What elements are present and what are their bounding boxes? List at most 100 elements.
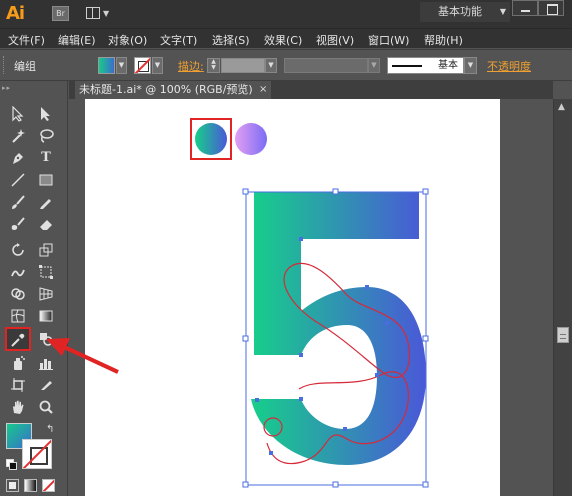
artboard[interactable] bbox=[85, 99, 500, 496]
pen-tool[interactable] bbox=[6, 147, 30, 169]
workspace-label: 基本功能 bbox=[438, 5, 482, 18]
rotate-tool[interactable] bbox=[6, 239, 30, 261]
stroke-weight-input[interactable] bbox=[221, 58, 265, 73]
menu-type[interactable]: 文字(T) bbox=[160, 32, 197, 48]
vertical-scrollbar[interactable]: ▲ bbox=[553, 99, 572, 496]
canvas-area[interactable] bbox=[69, 99, 553, 496]
symbol-sprayer-icon bbox=[14, 356, 25, 370]
menu-object[interactable]: 对象(O) bbox=[108, 32, 147, 48]
blend-icon bbox=[40, 333, 53, 346]
menu-edit[interactable]: 编辑(E) bbox=[58, 32, 96, 48]
arrange-icon bbox=[86, 7, 100, 19]
gradient-mode-button[interactable] bbox=[24, 479, 37, 492]
minimize-button[interactable] bbox=[512, 0, 538, 16]
shape-builder-icon bbox=[11, 288, 25, 300]
line-segment-tool[interactable] bbox=[6, 169, 30, 191]
pencil-icon bbox=[40, 199, 51, 209]
slice-icon bbox=[41, 381, 52, 390]
workspace-switcher[interactable]: 基本功能 ▼ bbox=[420, 2, 510, 22]
rotate-icon bbox=[12, 243, 24, 256]
panel-grip-icon: ▸▸ bbox=[2, 84, 12, 92]
menu-view[interactable]: 视图(V) bbox=[316, 32, 354, 48]
magic-wand-tool[interactable] bbox=[6, 125, 30, 147]
column-graph-tool[interactable] bbox=[34, 352, 58, 374]
title-bar: Ai Br ▼ 基本功能 ▼ bbox=[0, 0, 572, 28]
shape-builder-tool[interactable] bbox=[6, 283, 30, 305]
control-bar: 编组 ▼ ▼ 描边: ▲ ▼ ▼ ▼ 基本 ▼ 不透明度 bbox=[0, 49, 572, 81]
menu-select[interactable]: 选择(S) bbox=[212, 32, 250, 48]
paintbrush-tool[interactable] bbox=[6, 191, 30, 213]
none-mode-button[interactable] bbox=[42, 479, 55, 492]
close-icon[interactable]: × bbox=[259, 81, 267, 99]
swap-fill-stroke-icon[interactable]: ↰ bbox=[46, 424, 54, 435]
stroke-weight-dropdown[interactable]: ▼ bbox=[265, 58, 277, 73]
hand-tool[interactable] bbox=[6, 396, 30, 418]
type-tool[interactable]: T bbox=[34, 147, 58, 169]
symbol-sprayer-tool[interactable] bbox=[6, 352, 30, 374]
brush-definition-field[interactable]: 基本 bbox=[387, 57, 464, 74]
fill-dropdown-button[interactable]: ▼ bbox=[116, 57, 127, 74]
gradient-swatch-green-blue[interactable] bbox=[195, 123, 227, 155]
scroll-up-icon[interactable]: ▲ bbox=[558, 102, 565, 112]
menu-help[interactable]: 帮助(H) bbox=[424, 32, 463, 48]
artboard-tool[interactable] bbox=[6, 374, 30, 396]
warp-tool[interactable] bbox=[6, 261, 30, 283]
lasso-icon bbox=[40, 129, 54, 143]
panel-grip[interactable] bbox=[3, 56, 6, 74]
selection-arrow-icon bbox=[12, 106, 24, 122]
stroke-color-swatch[interactable] bbox=[134, 57, 151, 74]
app-logo: Ai bbox=[6, 3, 25, 24]
pen-nib-icon bbox=[13, 153, 23, 164]
chevron-down-icon: ▼ bbox=[499, 7, 506, 16]
rectangle-tool[interactable] bbox=[34, 169, 58, 191]
mesh-tool[interactable] bbox=[6, 305, 30, 327]
bridge-button[interactable]: Br bbox=[52, 6, 69, 21]
pencil-tool[interactable] bbox=[34, 191, 58, 213]
fill-color-swatch[interactable] bbox=[98, 57, 115, 74]
profile-dropdown[interactable]: ▼ bbox=[368, 58, 380, 73]
slice-tool[interactable] bbox=[34, 374, 58, 396]
stroke-color-box[interactable] bbox=[22, 439, 52, 469]
stroke-weight-stepper[interactable]: ▲ ▼ bbox=[207, 58, 220, 73]
numeral-five-counter bbox=[301, 335, 375, 419]
zoom-tool[interactable] bbox=[34, 396, 58, 418]
maximize-button[interactable] bbox=[538, 0, 564, 16]
gradient-tool[interactable] bbox=[34, 305, 58, 327]
eyedropper-tool[interactable] bbox=[5, 327, 31, 351]
selection-tool[interactable] bbox=[6, 103, 30, 125]
default-fill-stroke-icon[interactable] bbox=[6, 459, 17, 470]
tools-panel-header[interactable]: ▸▸ bbox=[2, 84, 64, 92]
opacity-panel-link[interactable]: 不透明度 bbox=[487, 58, 531, 74]
color-mode-button[interactable] bbox=[6, 479, 19, 492]
direct-selection-icon bbox=[41, 107, 50, 121]
artboard-icon bbox=[11, 378, 25, 392]
menu-effect[interactable]: 效果(C) bbox=[264, 32, 302, 48]
perspective-grid-icon bbox=[39, 287, 53, 301]
blob-brush-tool[interactable] bbox=[6, 213, 30, 235]
free-transform-tool[interactable] bbox=[34, 261, 58, 283]
variable-width-profile[interactable] bbox=[284, 58, 368, 73]
brush-dropdown[interactable]: ▼ bbox=[464, 57, 477, 74]
document-tab-bar: 未标题-1.ai* @ 100% (RGB/预览) × bbox=[69, 81, 553, 99]
menu-window[interactable]: 窗口(W) bbox=[368, 32, 409, 48]
menu-file[interactable]: 文件(F) bbox=[8, 32, 45, 48]
mesh-icon bbox=[11, 309, 25, 323]
blob-brush-icon bbox=[11, 217, 25, 230]
stroke-panel-link[interactable]: 描边: bbox=[178, 58, 204, 74]
arrange-documents-button[interactable]: ▼ bbox=[86, 6, 110, 21]
chevron-down-icon: ▼ bbox=[103, 9, 110, 18]
document-tab[interactable]: 未标题-1.ai* @ 100% (RGB/预览) × bbox=[75, 81, 271, 99]
scale-icon bbox=[39, 243, 53, 257]
scale-tool[interactable] bbox=[34, 239, 58, 261]
gradient-icon bbox=[39, 310, 53, 322]
line-segment-icon bbox=[11, 173, 25, 187]
scrollbar-thumb[interactable] bbox=[557, 327, 569, 343]
eyedropper-icon bbox=[11, 333, 25, 347]
lasso-tool[interactable] bbox=[34, 125, 58, 147]
stroke-dropdown-button[interactable]: ▼ bbox=[152, 57, 163, 74]
perspective-grid-tool[interactable] bbox=[34, 283, 58, 305]
eraser-tool[interactable] bbox=[34, 213, 58, 235]
gradient-swatch-pink-purple[interactable] bbox=[235, 123, 267, 155]
direct-selection-tool[interactable] bbox=[34, 103, 58, 125]
blend-tool[interactable] bbox=[34, 328, 58, 350]
